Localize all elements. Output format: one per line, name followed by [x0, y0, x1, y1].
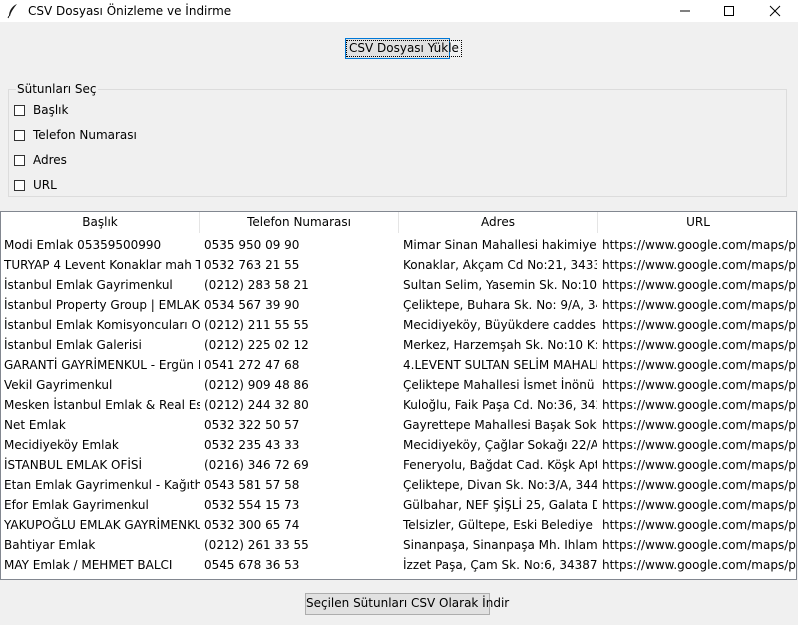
checkbox-label: Telefon Numarası — [33, 128, 137, 142]
cell-adres: Mecidiyeköy, Çağlar Sokağı 22/A, 34 — [403, 438, 597, 452]
cell-baslik: Modi Emlak 05359500990 — [4, 238, 162, 252]
column-select-title: Sütunları Seç — [16, 82, 98, 96]
cell-baslik: Mecidiyeköy Emlak — [4, 438, 119, 452]
cell-adres: Mimar Sinan Mahallesi hakimiyeti m — [403, 238, 597, 252]
checkbox-box[interactable] — [14, 180, 25, 191]
cell-adres: Kuloğlu, Faik Paşa Cd. No:36, 34250 I — [403, 398, 597, 412]
cell-telefon: (0212) 211 55 55 — [204, 318, 309, 332]
cell-adres: Gülbahar, NEF ŞİŞLİ 25, Galata Deresi — [403, 498, 597, 512]
cell-adres: İzzet Paşa, Çam Sk. No:6, 34387 Şişli/ — [403, 558, 597, 572]
checkbox-label: URL — [33, 178, 57, 192]
title-bar: CSV Dosyası Önizleme ve İndirme — [0, 0, 798, 22]
checkbox-box[interactable] — [14, 130, 25, 141]
cell-baslik: MAY Emlak / MEHMET BALCI — [4, 558, 173, 572]
cell-url: https://www.google.com/maps/plac — [602, 538, 797, 552]
column-select-group — [8, 89, 787, 197]
data-table[interactable]: Başlık Telefon Numarası Adres URL Modi E… — [0, 211, 797, 580]
cell-adres: Mecidiyeköy, Büyükdere caddesi Na — [403, 318, 597, 332]
cell-adres: Telsizler, Gültepe, Eski Belediye Cd. n — [403, 518, 597, 532]
cell-adres: Gayrettepe Mahallesi Başak Sokak Al — [403, 418, 597, 432]
cell-telefon: 0541 272 47 68 — [204, 358, 300, 372]
cell-url: https://www.google.com/maps/plac — [602, 398, 797, 412]
cell-url: https://www.google.com/maps/plac — [602, 458, 797, 472]
cell-telefon: 0532 235 43 33 — [204, 438, 300, 452]
cell-telefon: 0532 322 50 57 — [204, 418, 300, 432]
cell-baslik: Net Emlak — [4, 418, 66, 432]
cell-telefon: 0532 300 65 74 — [204, 518, 300, 532]
cell-url: https://www.google.com/maps/plac — [602, 298, 797, 312]
cell-url: https://www.google.com/maps/plac — [602, 558, 797, 572]
cell-telefon: (0212) 909 48 86 — [204, 378, 309, 392]
cell-telefon: (0212) 225 02 12 — [204, 338, 309, 352]
cell-adres: Konaklar, Akçam Cd No:21, 34330 Be — [403, 258, 597, 272]
checkbox-label: Başlık — [33, 103, 69, 117]
cell-baslik: İSTANBUL EMLAK OFİSİ — [4, 458, 143, 472]
cell-adres: Feneryolu, Bağdat Cad. Köşk Apt. Nc — [403, 458, 597, 472]
maximize-icon — [724, 6, 734, 16]
cell-adres: Merkez, Harzemşah Sk. No:10 K:1 D: — [403, 338, 597, 352]
cell-adres: Çeliktepe, Divan Sk. No:3/A, 34413 K — [403, 478, 597, 492]
cell-telefon: 0545 678 36 53 — [204, 558, 300, 572]
close-button[interactable] — [752, 0, 798, 22]
column-header-baslik[interactable]: Başlık — [1, 212, 200, 233]
cell-url: https://www.google.com/maps/plac — [602, 318, 797, 332]
load-csv-button[interactable]: CSV Dosyası Yükle — [345, 38, 462, 59]
column-header-url[interactable]: URL — [598, 212, 796, 233]
download-csv-button[interactable]: Seçilen Sütunları CSV Olarak İndir — [305, 593, 509, 615]
cell-telefon: 0543 581 57 58 — [204, 478, 300, 492]
cell-adres: Çeliktepe, Buhara Sk. No: 9/A, 34490 — [403, 298, 597, 312]
close-icon — [769, 5, 781, 17]
cell-baslik: Etan Emlak Gayrimenkul - Kağıthane — [4, 478, 200, 492]
cell-baslik: YAKUPOĞLU EMLAK GAYRİMENKUL — [4, 518, 200, 532]
window-title: CSV Dosyası Önizleme ve İndirme — [28, 4, 232, 18]
load-csv-button-label: CSV Dosyası Yükle — [346, 40, 462, 57]
cell-adres: Sinanpaşa, Sinanpaşa Mh. Ihlamurde — [403, 538, 597, 552]
cell-baslik: GARANTİ GAYRİMENKUL - Ergün Du — [4, 358, 200, 372]
cell-url: https://www.google.com/maps/plac — [602, 378, 797, 392]
cell-baslik: Mesken İstanbul Emlak & Real Estate — [4, 398, 200, 412]
cell-url: https://www.google.com/maps/plac — [602, 258, 797, 272]
column-header-telefon[interactable]: Telefon Numarası — [200, 212, 399, 233]
cell-telefon: 0532 554 15 73 — [204, 498, 300, 512]
cell-adres: 4.LEVENT SULTAN SELİM MAHALLES — [403, 358, 597, 372]
cell-url: https://www.google.com/maps/plac — [602, 518, 797, 532]
cell-telefon: 0534 567 39 90 — [204, 298, 300, 312]
cell-telefon: (0212) 261 33 55 — [204, 538, 309, 552]
cell-baslik: İstanbul Property Group | EMLAK AJA — [4, 298, 200, 312]
cell-url: https://www.google.com/maps/plac — [602, 438, 797, 452]
column-header-adres[interactable]: Adres — [399, 212, 598, 233]
checkbox-box[interactable] — [14, 105, 25, 116]
cell-telefon: (0212) 244 32 80 — [204, 398, 309, 412]
cell-url: https://www.google.com/maps/plac — [602, 358, 797, 372]
cell-telefon: (0212) 283 58 21 — [204, 278, 309, 292]
cell-url: https://www.google.com/maps/plac — [602, 278, 797, 292]
cell-baslik: İstanbul Emlak Komisyoncuları Odas — [4, 318, 200, 332]
cell-baslik: Bahtiyar Emlak — [4, 538, 96, 552]
cell-telefon: 0535 950 09 90 — [204, 238, 300, 252]
maximize-button[interactable] — [706, 0, 752, 22]
table-header: Başlık Telefon Numarası Adres URL — [1, 212, 796, 233]
cell-telefon: (0216) 346 72 69 — [204, 458, 309, 472]
checkbox-box[interactable] — [14, 155, 25, 166]
cell-telefon: 0532 763 21 55 — [204, 258, 300, 272]
cell-baslik: TURYAP 4 Levent Konaklar mah Tem — [4, 258, 200, 272]
cell-baslik: İstanbul Emlak Gayrimenkul — [4, 278, 173, 292]
cell-baslik: Efor Emlak Gayrimenkul — [4, 498, 149, 512]
cell-url: https://www.google.com/maps/plac — [602, 238, 797, 252]
cell-adres: Çeliktepe Mahallesi İsmet İnönü Cd, — [403, 378, 597, 392]
feather-icon — [7, 4, 17, 19]
cell-url: https://www.google.com/maps/plac — [602, 498, 797, 512]
checkbox-label: Adres — [33, 153, 67, 167]
cell-baslik: İstanbul Emlak Galerisi — [4, 338, 142, 352]
download-csv-button-label: Seçilen Sütunları CSV Olarak İndir — [306, 596, 510, 610]
minimize-button[interactable] — [662, 0, 708, 22]
cell-url: https://www.google.com/maps/plac — [602, 338, 797, 352]
cell-url: https://www.google.com/maps/plac — [602, 418, 797, 432]
cell-baslik: Vekil Gayrimenkul — [4, 378, 113, 392]
cell-url: https://www.google.com/maps/plac — [602, 478, 797, 492]
cell-adres: Sultan Selim, Yasemin Sk. No:10/1, 3 — [403, 278, 597, 292]
minimize-icon — [680, 10, 690, 12]
